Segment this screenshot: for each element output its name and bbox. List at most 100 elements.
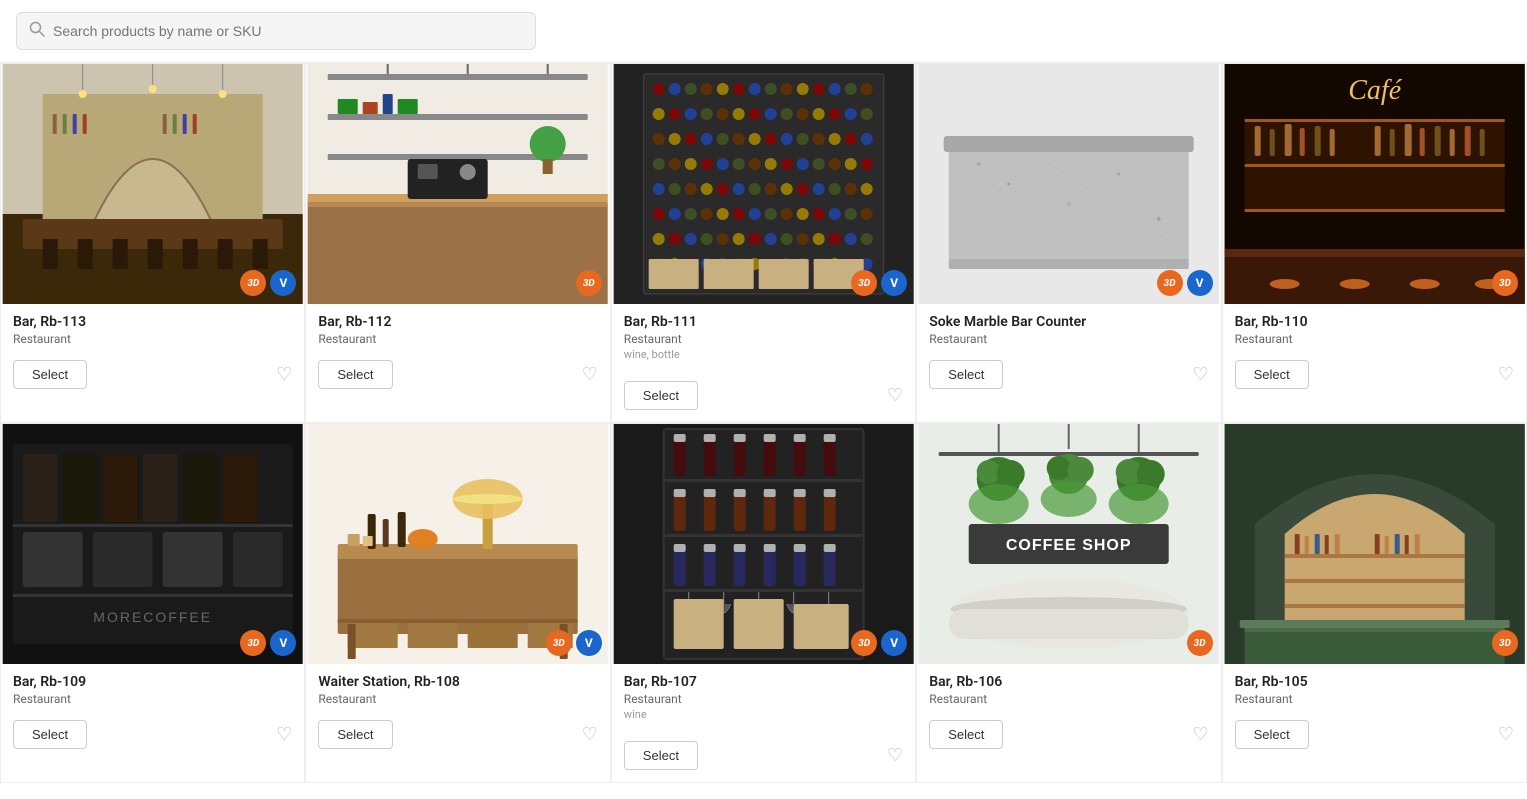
- image-badges: 3D: [1187, 630, 1213, 656]
- product-card-bar-113: 3D V Bar, Rb-113 Restaurant Select ♡: [0, 63, 305, 423]
- product-name: Bar, Rb-107: [624, 674, 903, 690]
- product-name: Waiter Station, Rb-108: [318, 674, 597, 690]
- product-card-bar-111: 3D V Bar, Rb-111 Restaurant wine, bottle…: [611, 63, 916, 423]
- heart-icon[interactable]: ♡: [1498, 364, 1514, 385]
- product-card-soke: 3D V Soke Marble Bar Counter Restaurant …: [916, 63, 1221, 423]
- product-category: Restaurant: [929, 692, 1208, 706]
- product-image: 3D V: [612, 64, 915, 304]
- badge-v-icon: V: [270, 270, 296, 296]
- badge-3d-icon: 3D: [1492, 630, 1518, 656]
- product-actions: Select ♡: [917, 354, 1220, 401]
- select-button[interactable]: Select: [1235, 720, 1309, 749]
- image-badges: 3D V: [851, 630, 907, 656]
- product-card-bar-105: 3D Bar, Rb-105 Restaurant Select ♡: [1222, 423, 1527, 783]
- select-button[interactable]: Select: [624, 741, 698, 770]
- product-actions: Select ♡: [1223, 714, 1526, 761]
- product-tags: wine, bottle: [624, 348, 903, 361]
- product-name: Bar, Rb-109: [13, 674, 292, 690]
- product-info: Bar, Rb-110 Restaurant: [1223, 304, 1526, 354]
- svg-text:MORECOFFEE: MORECOFFEE: [93, 609, 212, 625]
- product-actions: Select ♡: [306, 714, 609, 761]
- product-actions: Select ♡: [917, 714, 1220, 761]
- product-card-bar-107: 3D V Bar, Rb-107 Restaurant wine Select …: [611, 423, 916, 783]
- search-input-wrapper: [16, 12, 536, 50]
- product-category: Restaurant: [1235, 692, 1514, 706]
- product-category: Restaurant: [318, 332, 597, 346]
- product-card-bar-109: MORECOFFEE 3D V Bar, Rb-109 Restaurant S…: [0, 423, 305, 783]
- product-info: Bar, Rb-111 Restaurant wine, bottle: [612, 304, 915, 375]
- search-bar: [0, 0, 1527, 63]
- product-info: Soke Marble Bar Counter Restaurant: [917, 304, 1220, 354]
- product-actions: Select ♡: [306, 354, 609, 401]
- select-button[interactable]: Select: [624, 381, 698, 410]
- heart-icon[interactable]: ♡: [1498, 724, 1514, 745]
- product-actions: Select ♡: [1, 354, 304, 401]
- product-actions: Select ♡: [612, 735, 915, 782]
- badge-v-icon: V: [881, 630, 907, 656]
- product-category: Restaurant: [929, 332, 1208, 346]
- svg-text:Café: Café: [1348, 75, 1402, 106]
- product-card-bar-112: 3D Bar, Rb-112 Restaurant Select ♡: [305, 63, 610, 423]
- product-info: Bar, Rb-109 Restaurant: [1, 664, 304, 714]
- product-category: Restaurant: [13, 692, 292, 706]
- select-button[interactable]: Select: [13, 360, 87, 389]
- image-badges: 3D: [1492, 630, 1518, 656]
- product-category: Restaurant: [624, 692, 903, 706]
- product-image: 3D V: [612, 424, 915, 664]
- select-button[interactable]: Select: [929, 720, 1003, 749]
- product-info: Bar, Rb-113 Restaurant: [1, 304, 304, 354]
- product-name: Bar, Rb-113: [13, 314, 292, 330]
- badge-v-icon: V: [881, 270, 907, 296]
- product-info: Bar, Rb-106 Restaurant: [917, 664, 1220, 714]
- svg-text:COFFEE SHOP: COFFEE SHOP: [1006, 537, 1132, 554]
- product-info: Bar, Rb-112 Restaurant: [306, 304, 609, 354]
- select-button[interactable]: Select: [929, 360, 1003, 389]
- badge-3d-icon: 3D: [576, 270, 602, 296]
- product-category: Restaurant: [13, 332, 292, 346]
- badge-3d-icon: 3D: [1157, 270, 1183, 296]
- image-badges: 3D: [1492, 270, 1518, 296]
- select-button[interactable]: Select: [13, 720, 87, 749]
- badge-3d-icon: 3D: [1492, 270, 1518, 296]
- product-info: Bar, Rb-105 Restaurant: [1223, 664, 1526, 714]
- heart-icon[interactable]: ♡: [582, 364, 598, 385]
- badge-3d-icon: 3D: [851, 630, 877, 656]
- product-category: Restaurant: [624, 332, 903, 346]
- product-name: Bar, Rb-111: [624, 314, 903, 330]
- product-image: 3D: [306, 64, 609, 304]
- product-card-waiter-108: 3D V Waiter Station, Rb-108 Restaurant S…: [305, 423, 610, 783]
- select-button[interactable]: Select: [318, 720, 392, 749]
- product-category: Restaurant: [1235, 332, 1514, 346]
- product-image: 3D V: [917, 64, 1220, 304]
- heart-icon[interactable]: ♡: [582, 724, 598, 745]
- badge-3d-icon: 3D: [851, 270, 877, 296]
- product-name: Soke Marble Bar Counter: [929, 314, 1208, 330]
- select-button[interactable]: Select: [1235, 360, 1309, 389]
- product-image: COFFEE SHOP 3D: [917, 424, 1220, 664]
- product-name: Bar, Rb-105: [1235, 674, 1514, 690]
- heart-icon[interactable]: ♡: [276, 724, 292, 745]
- image-badges: 3D V: [546, 630, 602, 656]
- product-category: Restaurant: [318, 692, 597, 706]
- select-button[interactable]: Select: [318, 360, 392, 389]
- image-badges: 3D V: [240, 630, 296, 656]
- product-image: Café 3D: [1223, 64, 1526, 304]
- badge-v-icon: V: [576, 630, 602, 656]
- product-image: 3D V: [306, 424, 609, 664]
- product-actions: Select ♡: [1223, 354, 1526, 401]
- heart-icon[interactable]: ♡: [1192, 364, 1208, 385]
- heart-icon[interactable]: ♡: [887, 385, 903, 406]
- badge-3d-icon: 3D: [546, 630, 572, 656]
- heart-icon[interactable]: ♡: [887, 745, 903, 766]
- product-info: Bar, Rb-107 Restaurant wine: [612, 664, 915, 735]
- product-card-bar-110: Café 3D Bar, Rb: [1222, 63, 1527, 423]
- product-image: 3D: [1223, 424, 1526, 664]
- heart-icon[interactable]: ♡: [1192, 724, 1208, 745]
- search-input[interactable]: [53, 23, 523, 39]
- image-badges: 3D V: [851, 270, 907, 296]
- badge-v-icon: V: [1187, 270, 1213, 296]
- heart-icon[interactable]: ♡: [276, 364, 292, 385]
- product-actions: Select ♡: [612, 375, 915, 422]
- product-image: MORECOFFEE 3D V: [1, 424, 304, 664]
- product-name: Bar, Rb-110: [1235, 314, 1514, 330]
